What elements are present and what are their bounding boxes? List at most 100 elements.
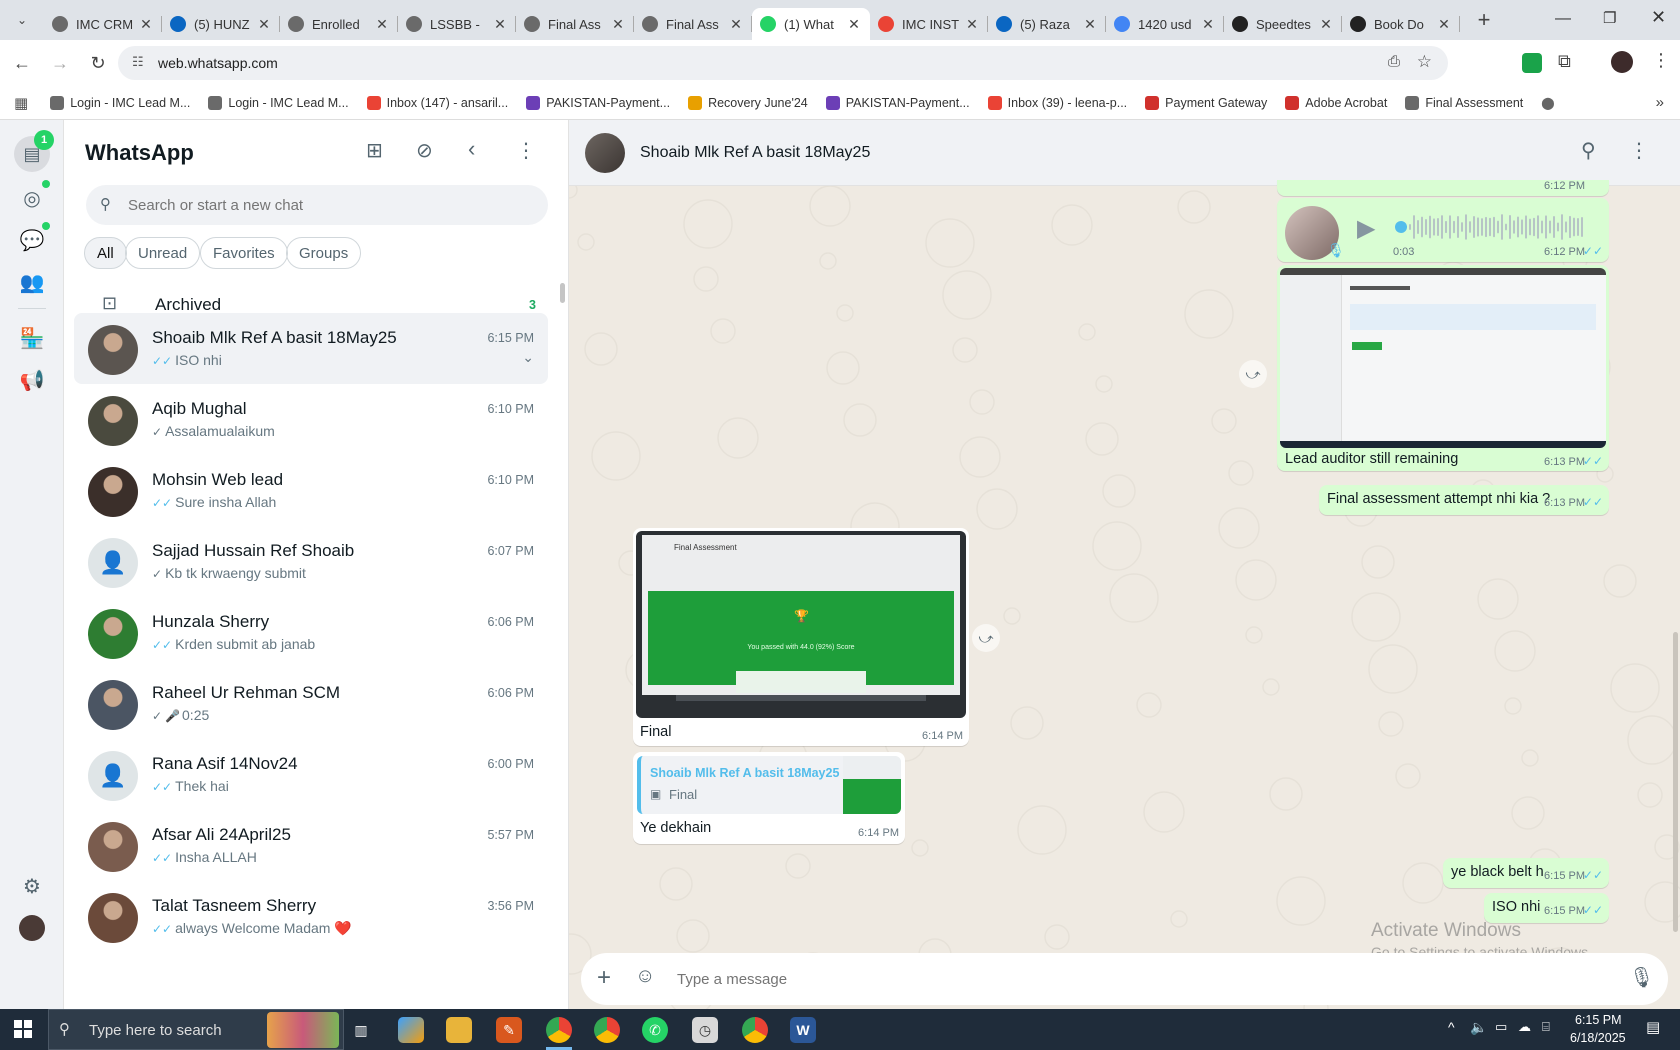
browser-tab[interactable]: IMC INST ✕ — [870, 8, 988, 40]
clock-date[interactable]: 6/18/2025 — [1570, 1031, 1626, 1045]
mic-icon[interactable]: 🎙 — [1629, 965, 1654, 990]
restore-button[interactable]: ❐ — [1603, 9, 1616, 27]
task-view-icon[interactable]: ▥ — [348, 1017, 374, 1043]
chat-list-menu-icon[interactable]: ⋮ — [516, 138, 536, 163]
image-message-bubble[interactable]: Lead auditor still remaining 6:13 PM ✓✓ — [1277, 265, 1609, 471]
filter-chip-groups[interactable]: Groups — [286, 237, 362, 269]
chat-list-item[interactable]: Raheel Ur Rehman SCM 6:06 PM ✓ 🎤 0:25 — [74, 668, 548, 739]
meet-icon[interactable]: ▭ — [1495, 1019, 1507, 1035]
message-bubble[interactable]: Final assessment attempt nhi kia ? 6:13 … — [1319, 485, 1609, 515]
filter-chip-all[interactable]: All — [84, 237, 127, 269]
chrome-icon-3[interactable] — [742, 1017, 768, 1043]
network-icon[interactable]: ⌸ — [1542, 1019, 1550, 1035]
browser-tab[interactable]: Final Ass ✕ — [516, 8, 634, 40]
browser-tab[interactable]: (1) What ✕ — [752, 8, 870, 40]
bookmark-item[interactable]: Payment Gateway — [1145, 95, 1267, 110]
emoji-sticker-icon[interactable]: ☺ — [635, 965, 655, 988]
notifications-icon[interactable]: ▤ — [1646, 1018, 1660, 1036]
whatsapp-icon[interactable]: ✆ — [642, 1017, 668, 1043]
volume-icon[interactable]: 🔈 — [1470, 1019, 1487, 1036]
tab-close-icon[interactable]: ✕ — [964, 16, 980, 33]
chat-list-item[interactable]: Hunzala Sherry 6:06 PM ✓✓ Krden submit ab j… — [74, 597, 548, 668]
browser-tab[interactable]: LSSBB - ✕ — [398, 8, 516, 40]
bookmarks-overflow-icon[interactable]: » — [1656, 94, 1664, 111]
browser-menu-icon[interactable]: ⋮ — [1652, 50, 1670, 71]
chat-list-item[interactable]: Talat Tasneem Sherry 3:56 PM ✓✓ always Welc… — [74, 881, 548, 952]
chat-list-item[interactable]: Afsar Ali 24April25 5:57 PM ✓✓ Insha ALLAH — [74, 810, 548, 881]
tab-close-icon[interactable]: ✕ — [256, 16, 272, 33]
extension-green-icon[interactable] — [1522, 53, 1542, 73]
chrome-icon-2[interactable] — [594, 1017, 620, 1043]
avatar[interactable]: 👤 — [88, 751, 138, 801]
bookmark-item[interactable]: Login - IMC Lead M... — [208, 95, 349, 110]
forward-icon[interactable]: ⤻ — [1239, 360, 1267, 388]
bookmark-extra-icon[interactable]: ⬤ — [1541, 96, 1554, 110]
chat-list-item[interactable]: Shoaib Mlk Ref A basit 18May25 6:15 PM ✓✓ I… — [74, 313, 548, 384]
message-bubble[interactable]: ye black belt h 6:15 PM ✓✓ — [1443, 858, 1609, 888]
minimize-button[interactable]: — — [1555, 10, 1571, 28]
bookmark-item[interactable]: Login - IMC Lead M... — [50, 95, 190, 110]
avatar[interactable] — [88, 893, 138, 943]
tab-close-icon[interactable]: ✕ — [374, 16, 390, 33]
browser-tab[interactable]: Speedtes ✕ — [1224, 8, 1342, 40]
tab-close-icon[interactable]: ✕ — [728, 16, 744, 33]
message-bubble[interactable]: ISO nhi 6:15 PM ✓✓ — [1484, 893, 1609, 923]
business-tools-icon[interactable]: 🏪 — [16, 322, 48, 354]
chat-list-item[interactable]: 👤 Sajjad Hussain Ref Shoaib 6:07 PM ✓ Kb tk … — [74, 526, 548, 597]
browser-tab[interactable]: 1420 usd ✕ — [1106, 8, 1224, 40]
forward-icon[interactable]: → — [44, 47, 76, 79]
clock-app-icon[interactable]: ◷ — [692, 1017, 718, 1043]
taskbar-search[interactable]: ⚲ Type here to search — [48, 1009, 344, 1050]
message-input[interactable] — [677, 967, 1557, 991]
reload-icon[interactable]: ↻ — [82, 47, 114, 79]
search-input[interactable] — [128, 193, 528, 217]
result-photo[interactable]: Final Assessment 🏆 You passed with 44.0 … — [636, 531, 966, 718]
voice-waveform[interactable] — [1395, 212, 1585, 242]
communities-icon[interactable]: 👥 — [16, 266, 48, 298]
app-orange-icon[interactable]: ✎ — [496, 1017, 522, 1043]
collapse-chevron-icon[interactable]: ‹ — [468, 136, 475, 162]
extensions-puzzle-icon[interactable]: ⧉ — [1558, 51, 1571, 72]
avatar[interactable] — [88, 396, 138, 446]
clock-time[interactable]: 6:15 PM — [1575, 1013, 1622, 1027]
chat-list-item[interactable]: Aqib Mughal 6:10 PM ✓ Assalamualaikum — [74, 384, 548, 455]
avatar[interactable] — [88, 680, 138, 730]
browser-tab[interactable]: Final Ass ✕ — [634, 8, 752, 40]
chat-menu-icon[interactable]: ⋮ — [1629, 138, 1649, 163]
incoming-photo-bubble[interactable]: Final Assessment 🏆 You passed with 44.0 … — [633, 528, 969, 746]
tab-close-icon[interactable]: ✕ — [1436, 16, 1452, 33]
avatar[interactable] — [88, 467, 138, 517]
windows-start-icon[interactable] — [14, 1020, 32, 1038]
browser-tab[interactable]: Book Do ✕ — [1342, 8, 1460, 40]
site-info-icon[interactable]: ☷ — [132, 54, 144, 70]
tab-close-icon[interactable]: ✕ — [1200, 16, 1216, 33]
tab-close-icon[interactable]: ✕ — [492, 16, 508, 33]
word-icon[interactable]: W — [790, 1017, 816, 1043]
avatar[interactable] — [88, 609, 138, 659]
bookmark-item[interactable]: PAKISTAN-Payment... — [526, 95, 670, 110]
tab-close-icon[interactable]: ✕ — [846, 16, 862, 33]
browser-tab[interactable]: Enrolled ✕ — [280, 8, 398, 40]
install-app-icon[interactable]: ⎙ — [1388, 53, 1400, 70]
tab-close-icon[interactable]: ✕ — [610, 16, 626, 33]
browser-tab[interactable]: (5) Raza ✕ — [988, 8, 1106, 40]
tab-search-icon[interactable]: ⌄ — [6, 4, 38, 36]
chat-list-item[interactable]: Mohsin Web lead 6:10 PM ✓✓ Sure insha Allah — [74, 455, 548, 526]
play-icon[interactable]: ▶ — [1357, 214, 1375, 243]
new-chat-icon[interactable]: ⊞ — [366, 138, 383, 163]
new-tab-button[interactable]: + — [1470, 7, 1498, 33]
reply-message-bubble[interactable]: Shoaib Mlk Ref A basit 18May25 ▣ Final Y… — [633, 752, 905, 844]
lock-chats-icon[interactable]: ⊘ — [416, 138, 433, 163]
avatar[interactable] — [88, 325, 138, 375]
close-window-button[interactable]: ✕ — [1651, 7, 1666, 28]
chat-list-scrollbar[interactable] — [560, 283, 565, 303]
bookmark-item[interactable]: PAKISTAN-Payment... — [825, 95, 970, 110]
settings-icon[interactable]: ⚙ — [16, 870, 48, 902]
avatar[interactable] — [88, 822, 138, 872]
filter-chip-favorites[interactable]: Favorites — [200, 237, 288, 269]
profile-avatar[interactable] — [1611, 51, 1633, 73]
contact-avatar[interactable] — [585, 133, 625, 173]
bookmark-item[interactable]: Recovery June'24 — [688, 95, 808, 110]
my-profile-avatar[interactable] — [19, 915, 45, 941]
bookmark-star-icon[interactable]: ☆ — [1417, 52, 1432, 72]
